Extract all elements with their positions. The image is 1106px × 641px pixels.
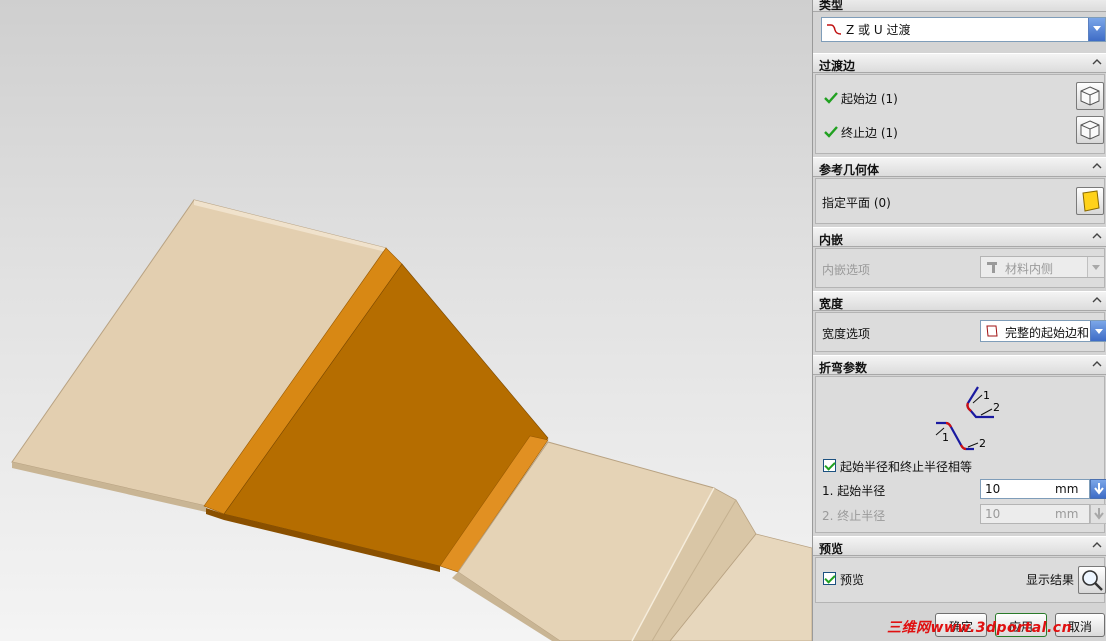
start-radius-label: 1. 起始半径 [822, 484, 886, 498]
section-reference-title: 参考几何体 [819, 163, 880, 177]
diagram-label-2b: 2 [979, 437, 986, 450]
section-bend-title: 折弯参数 [819, 361, 868, 375]
diagram-label-2: 2 [993, 401, 1000, 414]
collapse-icon[interactable] [1091, 358, 1103, 370]
start-edge-label: 起始边 (1) [841, 92, 898, 106]
chevron-down-icon[interactable] [1088, 18, 1105, 41]
bend-radius-diagram: 1 2 1 2 [935, 386, 1000, 451]
collapse-icon[interactable] [1091, 539, 1103, 551]
diagram-label-1b: 1 [942, 431, 949, 444]
section-width-body: 宽度选项 完整的起始边和 [815, 312, 1106, 352]
sheet-metal-model [11, 199, 812, 641]
collapse-icon[interactable] [1091, 230, 1103, 242]
chevron-down-icon[interactable] [1090, 321, 1106, 341]
arrow-down-icon [1094, 483, 1104, 495]
section-inset-body: 内嵌选项 材料内侧 [815, 248, 1105, 288]
diagram-label-1: 1 [983, 389, 990, 402]
width-option-value: 完整的起始边和 [1005, 326, 1088, 340]
end-radius-unit: mm [1055, 507, 1079, 521]
watermark-text: 三维网www.3dportal.cn [887, 620, 1073, 636]
width-option-label: 宽度选项 [822, 327, 871, 341]
end-edge-label: 终止边 (1) [841, 126, 898, 140]
check-icon [824, 126, 838, 138]
section-type-header[interactable]: 类型 [813, 0, 1106, 12]
material-inside-icon [987, 262, 997, 273]
inset-option-value: 材料内侧 [1005, 262, 1054, 276]
preview-checkbox[interactable] [823, 572, 836, 585]
section-width-title: 宽度 [819, 297, 844, 311]
width-option-dropdown[interactable]: 完整的起始边和 [980, 320, 1106, 342]
type-dropdown-value: Z 或 U 过渡 [846, 23, 911, 37]
end-radius-spin-button[interactable] [1090, 504, 1106, 524]
section-bend-body: 1 2 1 2 起始半径和终止半径相等 1. 起始半径 10 mm 2. 终止半… [815, 376, 1106, 533]
cube-icon [1080, 86, 1100, 106]
transition-dialog-panel: 类型 Z 或 U 过渡 过渡边 起始边 (1) 终止边 (1) 参考几何体 指定… [812, 0, 1106, 641]
show-result-label: 显示结果 [1026, 573, 1075, 587]
preview-label: 预览 [840, 573, 865, 587]
section-bend-header[interactable]: 折弯参数 [813, 355, 1106, 375]
section-reference-header[interactable]: 参考几何体 [813, 157, 1106, 177]
collapse-icon[interactable] [1091, 56, 1103, 68]
section-inset-title: 内嵌 [819, 233, 844, 247]
start-radius-value: 10 [985, 482, 1001, 496]
section-preview-body: 预览 显示结果 [815, 557, 1106, 603]
section-reference-body: 指定平面 (0) [815, 178, 1105, 224]
section-type-title: 类型 [819, 0, 844, 12]
select-end-edge-button[interactable] [1076, 116, 1104, 144]
end-radius-label: 2. 终止半径 [822, 509, 886, 523]
select-start-edge-button[interactable] [1076, 82, 1104, 110]
show-result-button[interactable] [1078, 566, 1106, 594]
inset-option-label: 内嵌选项 [822, 263, 871, 277]
check-icon [824, 92, 838, 104]
collapse-icon[interactable] [1091, 294, 1103, 306]
end-radius-value: 10 [985, 507, 1001, 521]
section-edges-header[interactable]: 过渡边 [813, 53, 1106, 73]
section-width-header[interactable]: 宽度 [813, 291, 1106, 311]
plane-icon [1082, 190, 1100, 212]
collapse-icon[interactable] [1091, 160, 1103, 172]
section-preview-header[interactable]: 预览 [813, 536, 1106, 556]
start-radius-spin-button[interactable] [1090, 479, 1106, 499]
end-radius-input[interactable]: 10 mm [980, 504, 1090, 524]
section-edges-body: 起始边 (1) 终止边 (1) [815, 74, 1105, 154]
plane-label: 指定平面 (0) [822, 196, 891, 210]
select-plane-button[interactable] [1076, 187, 1104, 215]
cube-icon [1080, 120, 1100, 140]
graphics-viewport[interactable] [0, 0, 812, 641]
magnifier-icon [1082, 570, 1103, 591]
type-dropdown[interactable]: Z 或 U 过渡 [821, 17, 1106, 42]
section-inset-header[interactable]: 内嵌 [813, 227, 1106, 247]
start-radius-input[interactable]: 10 mm [980, 479, 1090, 499]
inset-option-dropdown[interactable]: 材料内侧 [980, 256, 1105, 278]
section-edges-title: 过渡边 [819, 59, 856, 73]
arrow-down-icon [1094, 508, 1104, 520]
start-radius-unit: mm [1055, 482, 1079, 496]
z-curve-icon [827, 24, 842, 35]
equal-radii-checkbox[interactable] [823, 459, 836, 472]
width-full-icon [986, 325, 998, 337]
equal-radii-label: 起始半径和终止半径相等 [840, 460, 973, 474]
chevron-down-icon[interactable] [1087, 257, 1104, 277]
section-preview-title: 预览 [819, 542, 844, 556]
